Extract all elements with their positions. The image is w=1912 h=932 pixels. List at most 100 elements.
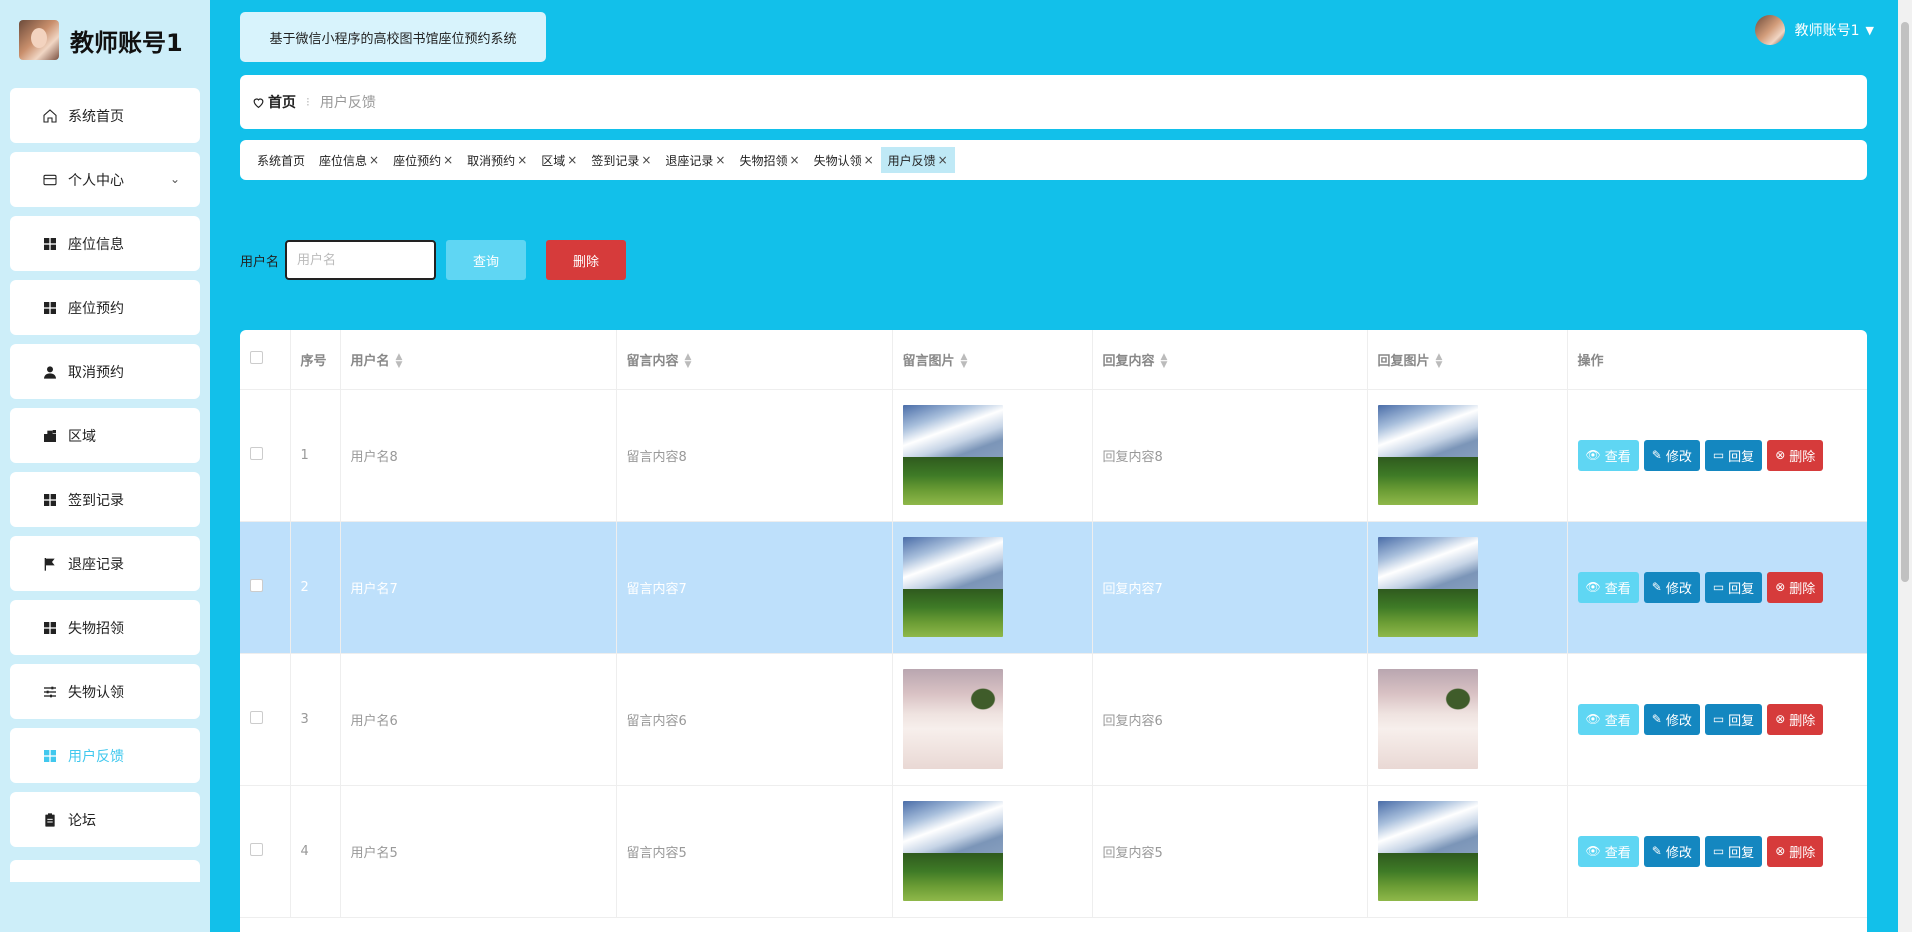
delete-label: 删除: [1789, 713, 1816, 729]
reply-button[interactable]: ▭ 回复: [1704, 703, 1763, 735]
sidebar-item-8[interactable]: 失物招领: [10, 600, 200, 655]
delete-button[interactable]: ⊗ 删除: [1767, 439, 1824, 471]
cell-reply-image: [1367, 785, 1568, 918]
close-icon[interactable]: ×: [790, 153, 800, 167]
edit-button[interactable]: ✎ 修改: [1643, 703, 1700, 735]
sidebar-item-4[interactable]: 取消预约: [10, 344, 200, 399]
feedback-image[interactable]: [902, 669, 1003, 769]
close-circle-icon: ⊗: [1775, 448, 1786, 462]
reply-image[interactable]: [1377, 801, 1478, 901]
tab-tag-0[interactable]: 系统首页: [250, 147, 312, 173]
delete-button[interactable]: ⊗ 删除: [1767, 835, 1824, 867]
user-menu[interactable]: 教师账号1 ▼: [1754, 14, 1874, 46]
sidebar-item-3[interactable]: 座位预约: [10, 280, 200, 335]
breadcrumb-home[interactable]: 首页: [252, 92, 296, 112]
sidebar-item-label: 退座记录: [68, 556, 124, 573]
row-select-cell[interactable]: [240, 785, 291, 918]
col-image[interactable]: 留言图片 ▲ ▼: [892, 330, 1093, 390]
sidebar-item-5[interactable]: 区域: [10, 408, 200, 463]
view-button[interactable]: 👁 查看: [1577, 703, 1639, 735]
close-icon[interactable]: ×: [369, 153, 379, 167]
scrollbar-thumb[interactable]: [1901, 22, 1909, 582]
table-row[interactable]: 1 用户名8 留言内容8 回复内容8 👁 查看 ✎ 修改 ▭ 回复 ⊗ 删除: [240, 389, 1867, 522]
tab-tag-6[interactable]: 退座记录 ×: [658, 147, 732, 173]
col-reply-image[interactable]: 回复图片 ▲ ▼: [1367, 330, 1568, 390]
feedback-image[interactable]: [902, 405, 1003, 505]
row-select-cell[interactable]: [240, 521, 291, 654]
user-avatar: [1754, 15, 1785, 45]
tab-tag-5[interactable]: 签到记录 ×: [584, 147, 658, 173]
sidebar-item-label: 论坛: [68, 812, 96, 829]
sidebar-item-7[interactable]: 退座记录: [10, 536, 200, 591]
sidebar-item-10[interactable]: 用户反馈: [10, 728, 200, 783]
sidebar-item-1[interactable]: 个人中心 ⌄: [10, 152, 200, 207]
tab-tag-7[interactable]: 失物招领 ×: [732, 147, 806, 173]
delete-button[interactable]: ⊗ 删除: [1767, 703, 1824, 735]
close-icon[interactable]: ×: [864, 153, 874, 167]
tab-tag-label: 用户反馈: [887, 153, 936, 168]
row-checkbox[interactable]: [250, 578, 263, 592]
row-select-cell[interactable]: [240, 653, 291, 786]
select-all-checkbox[interactable]: [250, 350, 263, 364]
select-all-cell[interactable]: [240, 330, 291, 390]
reply-label: 回复: [1728, 581, 1755, 597]
edit-button[interactable]: ✎ 修改: [1643, 439, 1700, 471]
username-search-input[interactable]: [285, 240, 437, 280]
sidebar-item-6[interactable]: 签到记录: [10, 472, 200, 527]
row-checkbox[interactable]: [250, 710, 263, 724]
sort-icon[interactable]: ▲ ▼: [685, 353, 692, 370]
sidebar-item-0[interactable]: 系统首页: [10, 88, 200, 143]
query-button[interactable]: 查询: [446, 240, 527, 280]
tab-tag-8[interactable]: 失物认领 ×: [807, 147, 881, 173]
edit-button[interactable]: ✎ 修改: [1643, 835, 1700, 867]
row-checkbox[interactable]: [250, 842, 263, 856]
sidebar-item-9[interactable]: 失物认领: [10, 664, 200, 719]
tab-tag-4[interactable]: 区域 ×: [534, 147, 584, 173]
reply-button[interactable]: ▭ 回复: [1704, 439, 1763, 471]
reply-image[interactable]: [1377, 537, 1478, 637]
sort-icon[interactable]: ▲ ▼: [396, 353, 403, 370]
sidebar-item-2[interactable]: 座位信息: [10, 216, 200, 271]
eye-icon: 👁: [1585, 844, 1601, 858]
breadcrumb: 首页 ⁝ 用户反馈: [240, 75, 1867, 129]
close-icon[interactable]: ×: [641, 153, 651, 167]
close-icon[interactable]: ×: [938, 153, 948, 167]
col-content[interactable]: 留言内容 ▲ ▼: [616, 330, 893, 390]
page-scrollbar[interactable]: [1898, 0, 1912, 932]
close-icon[interactable]: ×: [715, 153, 725, 167]
row-select-cell[interactable]: [240, 389, 291, 522]
batch-delete-button[interactable]: 删除: [546, 240, 627, 280]
view-button[interactable]: 👁 查看: [1577, 571, 1639, 603]
row-checkbox[interactable]: [250, 446, 263, 460]
sort-icon[interactable]: ▲ ▼: [1161, 353, 1168, 370]
feedback-image[interactable]: [902, 537, 1003, 637]
reply-image[interactable]: [1377, 405, 1478, 505]
tab-tag-1[interactable]: 座位信息 ×: [312, 147, 386, 173]
tab-tag-2[interactable]: 座位预约 ×: [386, 147, 460, 173]
table-row[interactable]: 2 用户名7 留言内容7 回复内容7 👁 查看 ✎ 修改 ▭ 回复 ⊗ 删除: [240, 521, 1867, 654]
table-row[interactable]: 4 用户名5 留言内容5 回复内容5 👁 查看 ✎ 修改 ▭ 回复 ⊗ 删除: [240, 785, 1867, 918]
view-button[interactable]: 👁 查看: [1577, 439, 1639, 471]
delete-button[interactable]: ⊗ 删除: [1767, 571, 1824, 603]
sort-icon[interactable]: ▲ ▼: [1436, 353, 1443, 370]
close-icon[interactable]: ×: [567, 153, 577, 167]
cell-index: 1: [290, 389, 341, 522]
feedback-image[interactable]: [902, 801, 1003, 901]
close-icon[interactable]: ×: [443, 153, 453, 167]
reply-image[interactable]: [1377, 669, 1478, 769]
tab-tag-3[interactable]: 取消预约 ×: [460, 147, 534, 173]
sort-icon[interactable]: ▲ ▼: [961, 353, 968, 370]
col-username[interactable]: 用户名 ▲ ▼: [340, 330, 617, 390]
col-reply[interactable]: 回复内容 ▲ ▼: [1092, 330, 1368, 390]
sidebar-item-clipped[interactable]: [10, 860, 200, 882]
table-row[interactable]: 3 用户名6 留言内容6 回复内容6 👁 查看 ✎ 修改 ▭ 回复 ⊗ 删除: [240, 653, 1867, 786]
reply-button[interactable]: ▭ 回复: [1704, 835, 1763, 867]
reply-button[interactable]: ▭ 回复: [1704, 571, 1763, 603]
sidebar-item-11[interactable]: 论坛: [10, 792, 200, 847]
edit-label: 修改: [1665, 449, 1692, 465]
edit-button[interactable]: ✎ 修改: [1643, 571, 1700, 603]
tab-tag-9[interactable]: 用户反馈 ×: [880, 147, 955, 173]
close-icon[interactable]: ×: [517, 153, 527, 167]
view-button[interactable]: 👁 查看: [1577, 835, 1639, 867]
caret-down-icon: ▼: [1865, 23, 1874, 37]
